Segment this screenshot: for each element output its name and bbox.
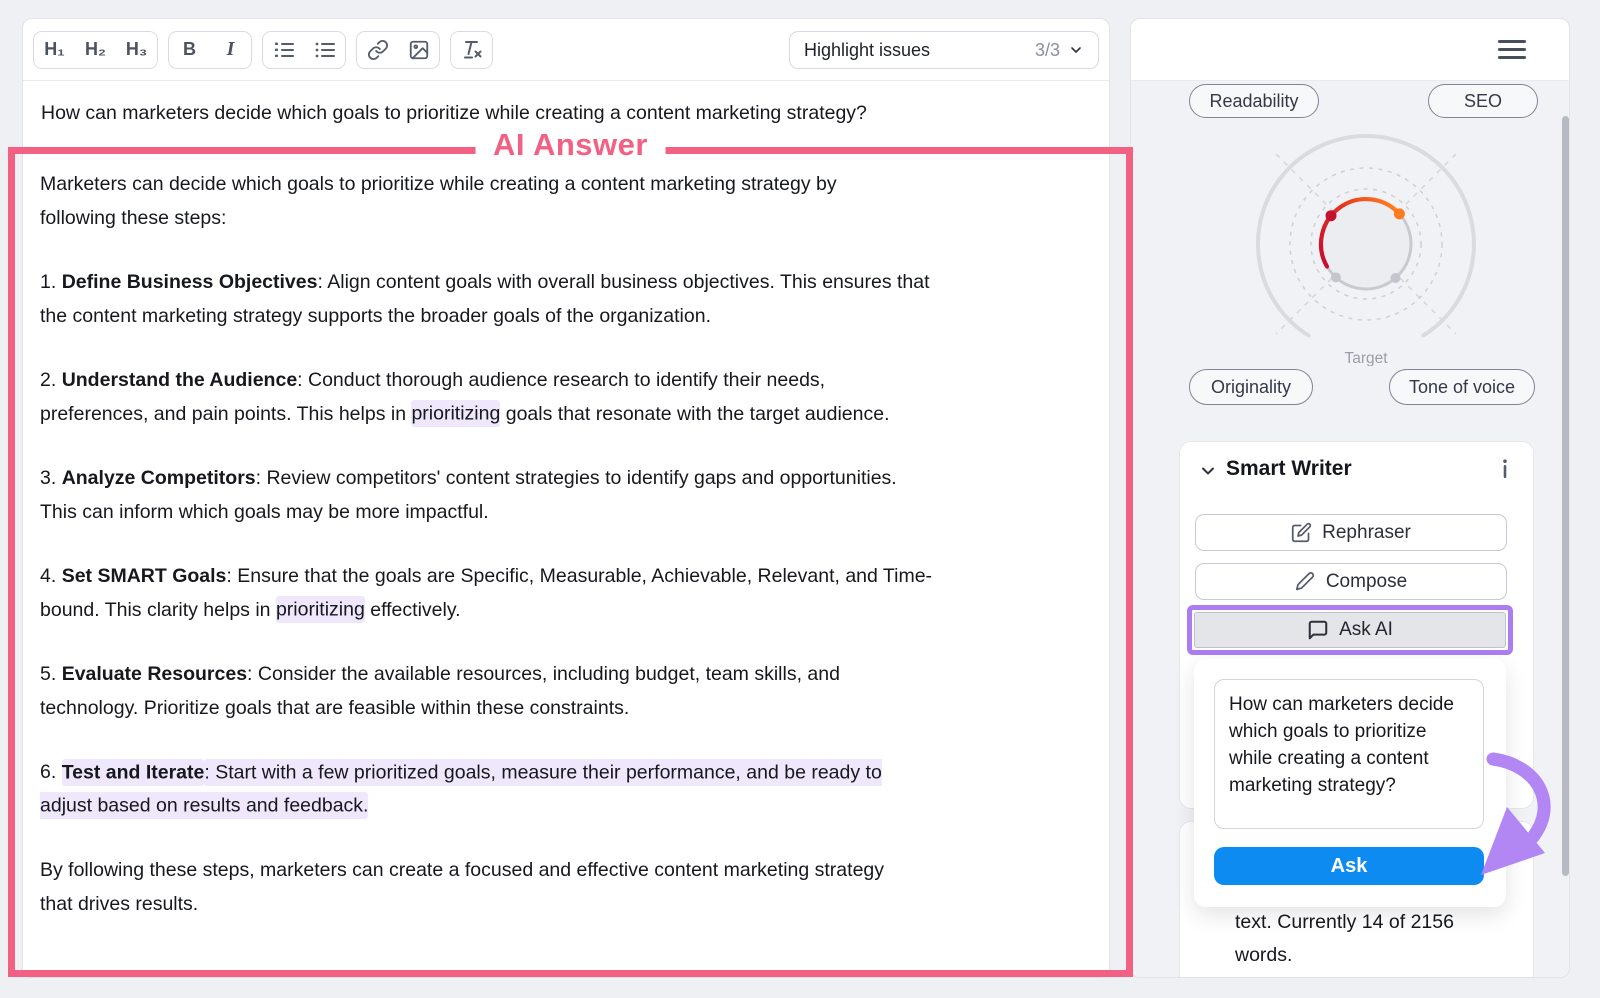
image-button[interactable] bbox=[398, 32, 439, 68]
compose-label: Compose bbox=[1326, 571, 1407, 593]
link-button[interactable] bbox=[357, 32, 398, 68]
h2-button[interactable]: H₂ bbox=[75, 32, 116, 68]
assistant-panel-body: Readability SEO bbox=[1131, 81, 1569, 977]
compose-button[interactable]: Compose bbox=[1195, 563, 1507, 600]
answer-paragraph: Marketers can decide which goals to prio… bbox=[40, 168, 1101, 235]
gauge-target-label: Target bbox=[1344, 350, 1388, 366]
italic-button[interactable]: I bbox=[210, 32, 251, 68]
gauge-dot-orange bbox=[1394, 208, 1405, 219]
ai-answer-paragraphs[interactable]: Marketers can decide which goals to prio… bbox=[15, 154, 1126, 921]
collapse-chevron-icon[interactable] bbox=[1198, 461, 1218, 481]
highlight-issues-dropdown[interactable]: Highlight issues 3/3 bbox=[789, 31, 1099, 69]
originality-pill[interactable]: Originality bbox=[1189, 369, 1313, 405]
menu-icon[interactable] bbox=[1498, 40, 1526, 62]
chevron-down-icon bbox=[1068, 42, 1084, 58]
word-count-note: text. Currently 14 of 2156 words. bbox=[1235, 906, 1495, 972]
ask-ai-popup: How can marketers decide which goals to … bbox=[1194, 659, 1506, 907]
highlight-issues-label: Highlight issues bbox=[804, 40, 930, 61]
score-gauge: Target bbox=[1231, 126, 1501, 366]
app-root: H₁ H₂ H₃ B I bbox=[0, 0, 1600, 998]
answer-paragraph: 4. Set SMART Goals: Ensure that the goal… bbox=[40, 560, 1101, 627]
image-icon bbox=[408, 39, 430, 61]
seo-pill[interactable]: SEO bbox=[1428, 84, 1538, 118]
panel-scrollbar[interactable] bbox=[1562, 116, 1569, 876]
unordered-list-icon bbox=[313, 38, 337, 62]
list-buttons-group bbox=[262, 31, 346, 69]
ask-ai-annotation-frame: Ask AI bbox=[1187, 605, 1513, 655]
assistant-panel-header bbox=[1131, 19, 1569, 81]
ask-ai-button[interactable]: Ask AI bbox=[1194, 612, 1506, 648]
answer-paragraph: 3. Analyze Competitors: Review competito… bbox=[40, 462, 1101, 529]
smart-writer-title: Smart Writer bbox=[1226, 457, 1352, 481]
ask-ai-label: Ask AI bbox=[1339, 619, 1393, 641]
answer-paragraph: 2. Understand the Audience: Conduct thor… bbox=[40, 364, 1101, 431]
info-icon[interactable] bbox=[1497, 459, 1513, 479]
highlight-issues-count: 3/3 bbox=[1035, 40, 1060, 61]
gauge-dot-gray-right bbox=[1391, 273, 1401, 283]
clear-formatting-button[interactable] bbox=[451, 32, 492, 68]
unordered-list-button[interactable] bbox=[304, 32, 345, 68]
bold-button[interactable]: B bbox=[169, 32, 210, 68]
rephraser-icon bbox=[1291, 522, 1312, 543]
h3-button[interactable]: H₃ bbox=[116, 32, 157, 68]
answer-paragraph: 6. Test and Iterate: Start with a few pr… bbox=[40, 756, 1101, 823]
heading-buttons-group: H₁ H₂ H₃ bbox=[33, 31, 158, 69]
tone-of-voice-pill[interactable]: Tone of voice bbox=[1389, 369, 1535, 405]
compose-icon bbox=[1295, 571, 1316, 592]
ask-button[interactable]: Ask bbox=[1214, 847, 1484, 885]
gauge-dot-gray-left bbox=[1331, 272, 1341, 282]
rephraser-button[interactable]: Rephraser bbox=[1195, 514, 1507, 551]
ai-answer-label: AI Answer bbox=[475, 127, 666, 163]
format-buttons-group: B I bbox=[168, 31, 252, 69]
speech-bubble-icon bbox=[1307, 619, 1329, 641]
ordered-list-button[interactable] bbox=[263, 32, 304, 68]
editor-question-text[interactable]: How can marketers decide which goals to … bbox=[41, 98, 1091, 129]
h1-button[interactable]: H₁ bbox=[34, 32, 75, 68]
answer-paragraph: By following these steps, marketers can … bbox=[40, 854, 1101, 921]
ai-answer-annotation-box: AI Answer Marketers can decide which goa… bbox=[8, 147, 1133, 977]
gauge-dot-red bbox=[1326, 210, 1337, 221]
insert-buttons-group bbox=[356, 31, 440, 69]
answer-paragraph: 5. Evaluate Resources: Consider the avai… bbox=[40, 658, 1101, 725]
smart-writer-header: Smart Writer bbox=[1180, 442, 1533, 498]
assistant-panel: Readability SEO bbox=[1130, 18, 1570, 978]
link-icon bbox=[367, 39, 389, 61]
editor-toolbar: H₁ H₂ H₃ B I bbox=[23, 19, 1109, 81]
clear-formatting-icon bbox=[460, 38, 484, 62]
readability-pill[interactable]: Readability bbox=[1189, 84, 1319, 118]
ask-ai-question-input[interactable]: How can marketers decide which goals to … bbox=[1214, 679, 1484, 829]
answer-paragraph: 1. Define Business Objectives: Align con… bbox=[40, 266, 1101, 333]
rephraser-label: Rephraser bbox=[1322, 522, 1411, 544]
clear-format-group bbox=[450, 31, 493, 69]
ordered-list-icon bbox=[272, 38, 296, 62]
